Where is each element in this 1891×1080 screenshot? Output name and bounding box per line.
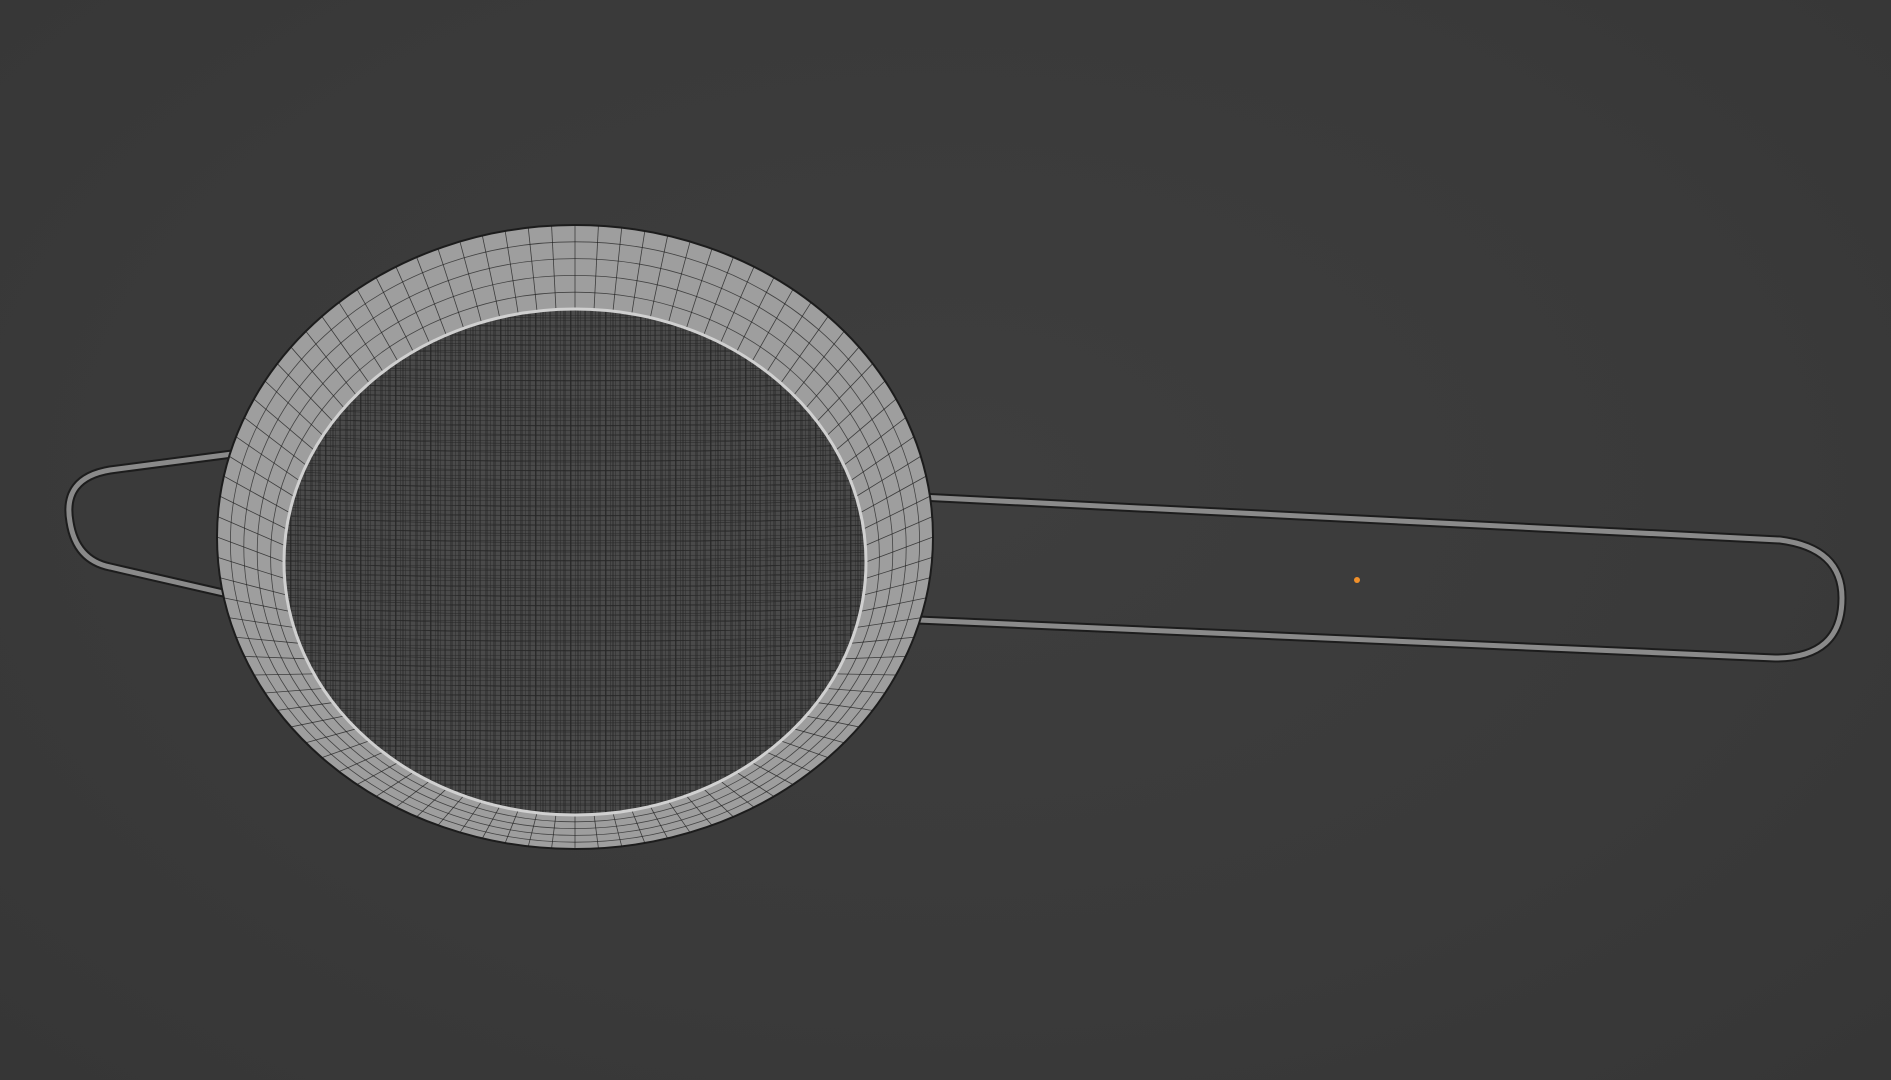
viewport-scene[interactable] <box>0 0 1891 1080</box>
3d-viewport[interactable] <box>0 0 1891 1080</box>
handle-wire[interactable] <box>913 492 1847 663</box>
object-origin-icon <box>1354 577 1360 583</box>
hook-wire[interactable] <box>64 448 245 600</box>
